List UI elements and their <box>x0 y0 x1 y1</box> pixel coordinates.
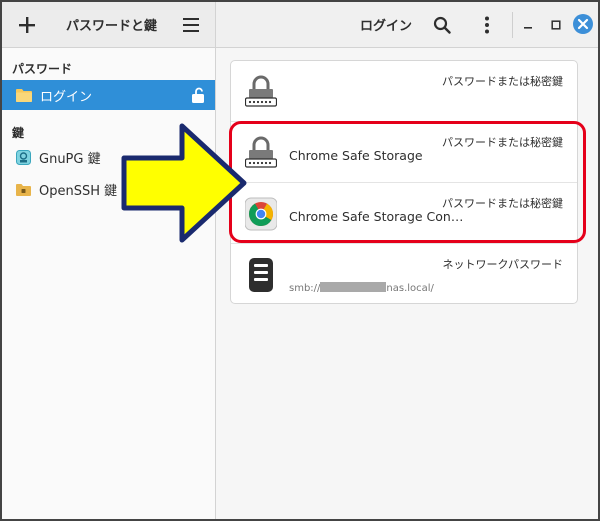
list-item[interactable]: Chrome Safe Storage Con… パスワードまたは秘密鍵 <box>231 183 577 244</box>
plus-icon <box>19 17 35 33</box>
sidebar-item-label: GnuPG 鍵 <box>39 151 101 167</box>
sidebar-header: パスワードと鍵 <box>2 2 216 48</box>
item-type: パスワードまたは秘密鍵 <box>442 75 563 88</box>
item-list: パスワードまたは秘密鍵 Chrome Safe Storage パスワードまたは… <box>230 60 578 304</box>
subtitle-suffix: nas.local/ <box>386 283 434 294</box>
redaction-bar <box>320 282 387 292</box>
close-button[interactable] <box>572 13 594 35</box>
app-window: パスワードと鍵 ログイン パスワード ログイン 鍵 GnuPG 鍵 OpenSS… <box>0 0 600 521</box>
main-menu-button[interactable] <box>180 14 202 36</box>
maximize-button[interactable] <box>546 14 566 36</box>
item-name: Chrome Safe Storage Con… <box>289 209 464 224</box>
section-heading-passwords: パスワード <box>12 62 73 76</box>
view-title: ログイン <box>360 19 413 34</box>
app-title: パスワードと鍵 <box>66 19 158 34</box>
minimize-icon <box>524 27 532 29</box>
folder-icon <box>16 89 32 102</box>
sidebar-item-login[interactable]: ログイン <box>2 80 215 110</box>
item-name: Chrome Safe Storage <box>289 148 423 163</box>
list-item[interactable]: ネットワークパスワード smb:// nas.local/ <box>231 244 577 303</box>
more-options-button[interactable] <box>476 13 498 37</box>
item-type: ネットワークパスワード <box>442 258 563 271</box>
gnupg-key-icon <box>16 149 31 165</box>
search-button[interactable] <box>430 13 454 37</box>
content-area: パスワードまたは秘密鍵 Chrome Safe Storage パスワードまたは… <box>216 48 598 519</box>
server-icon <box>249 258 273 292</box>
yellow-arrow-annotation <box>121 123 247 243</box>
hamburger-menu-icon <box>183 18 199 32</box>
item-type: パスワードまたは秘密鍵 <box>442 197 563 210</box>
close-icon <box>573 14 593 34</box>
sidebar-item-label: ログイン <box>40 89 93 105</box>
vertical-dots-icon <box>485 16 489 34</box>
item-subtitle: smb:// nas.local/ <box>289 282 434 294</box>
list-item[interactable]: Chrome Safe Storage パスワードまたは秘密鍵 <box>231 122 577 183</box>
list-item[interactable]: パスワードまたは秘密鍵 <box>231 61 577 122</box>
unlocked-icon[interactable] <box>191 87 205 104</box>
password-lock-icon <box>245 75 277 107</box>
add-button[interactable] <box>16 14 38 36</box>
section-heading-keys: 鍵 <box>12 126 25 140</box>
sidebar: パスワード ログイン 鍵 GnuPG 鍵 OpenSSH 鍵 <box>2 48 216 519</box>
header-separator <box>512 12 513 38</box>
search-icon <box>433 16 451 34</box>
item-type: パスワードまたは秘密鍵 <box>442 136 563 149</box>
openssh-folder-icon <box>16 183 31 196</box>
sidebar-item-label: OpenSSH 鍵 <box>39 183 118 199</box>
subtitle-prefix: smb:// <box>289 283 321 294</box>
maximize-icon <box>551 20 561 30</box>
minimize-button[interactable] <box>518 14 538 36</box>
